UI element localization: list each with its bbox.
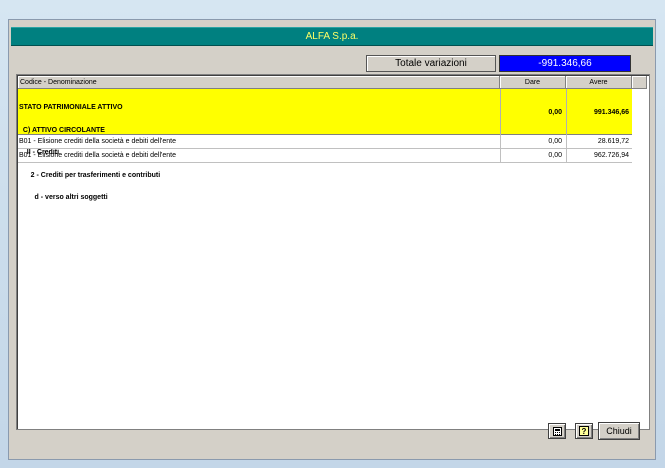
group-line-5: d - verso altri soggetti [19,194,108,201]
company-title-bar: ALFA S.p.a. [11,27,653,46]
column-header-codice[interactable]: Codice - Denominazione [18,76,500,89]
group-avere-value: 991.346,66 [593,109,629,116]
row-avere: 28.619,72 [597,138,629,145]
help-button[interactable]: ? [575,423,593,439]
table-row[interactable]: B01 - Elisione crediti della società e d… [18,135,632,149]
window: ALFA S.p.a. Totale variazioni -991.346,6… [0,0,665,468]
dialog-panel: ALFA S.p.a. Totale variazioni -991.346,6… [8,19,656,460]
column-header-dare[interactable]: Dare [500,76,566,89]
table-row[interactable]: B01 - Elisione crediti della società e d… [18,149,632,163]
group-row[interactable]: STATO PATRIMONIALE ATTIVO C) ATTIVO CIRC… [18,89,632,201]
calculator-button[interactable] [548,423,566,439]
totale-variazioni-label: Totale variazioni [366,55,496,72]
group-line-4: 2 - Crediti per trasferimenti e contribu… [19,171,161,179]
help-icon: ? [579,426,589,436]
row-description: B01 - Elisione crediti della società e d… [19,152,176,159]
close-button[interactable]: Chiudi [598,422,640,440]
group-line-1: STATO PATRIMONIALE ATTIVO [19,104,123,111]
group-dare-value: 0,00 [548,109,562,116]
calculator-icon [553,427,562,436]
row-dare: 0,00 [548,138,562,145]
totale-variazioni-value: -991.346,66 [499,55,631,72]
variations-grid[interactable]: Codice - Denominazione Dare Avere STATO … [16,74,650,430]
row-dare: 0,00 [548,152,562,159]
group-line-2: C) ATTIVO CIRCOLANTE [19,126,105,134]
row-description: B01 - Elisione crediti della società e d… [19,138,176,145]
column-header-spacer [632,76,647,89]
row-avere: 962.726,94 [593,152,629,159]
column-header-avere[interactable]: Avere [566,76,632,89]
